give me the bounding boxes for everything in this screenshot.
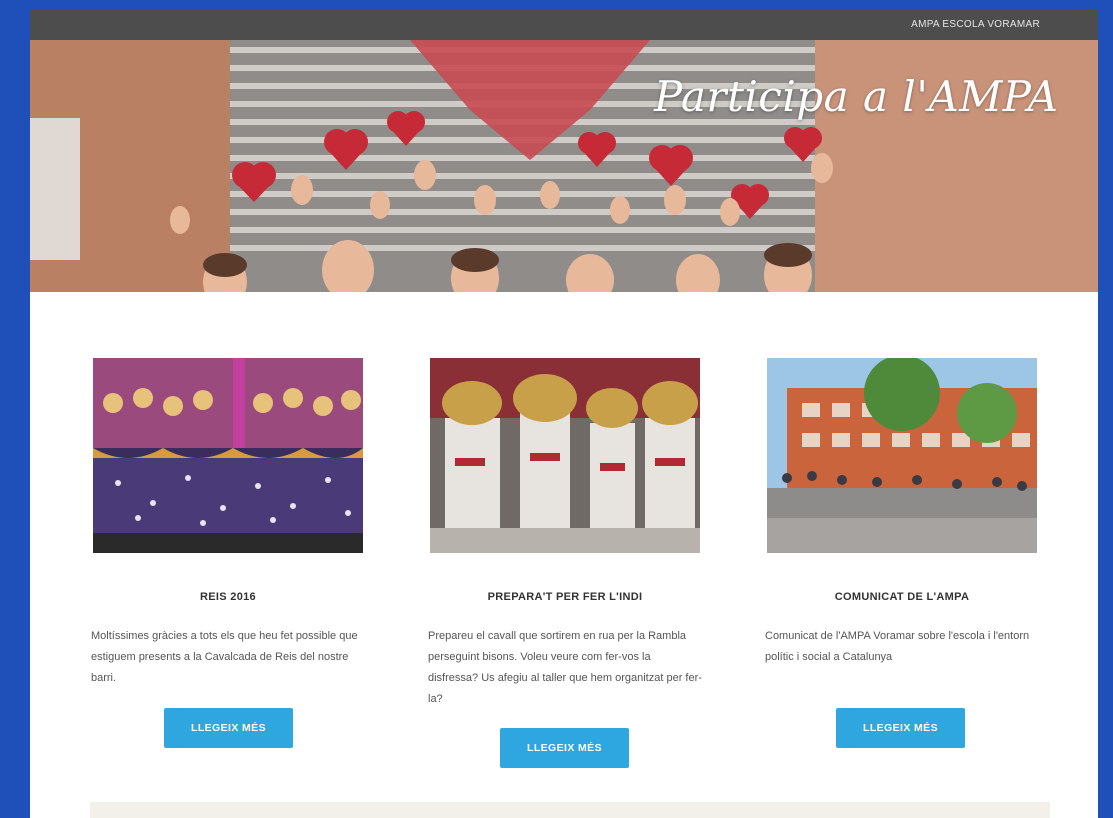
- news-card-indi: PREPARA'T PER FER L'INDI Prepareu el cav…: [428, 358, 702, 768]
- next-section-edge: [90, 802, 1050, 818]
- card-title: REIS 2016: [200, 591, 256, 603]
- top-bar: AMPA ESCOLA VORAMAR: [30, 10, 1098, 40]
- card-text: Moltíssimes gràcies a tots els que heu f…: [91, 630, 358, 684]
- card-image-indi[interactable]: [430, 358, 700, 553]
- card-title: COMUNICAT DE L'AMPA: [834, 591, 970, 603]
- hero-title: Participa a l'AMPA: [654, 72, 1059, 121]
- card-image-reis[interactable]: [93, 358, 363, 553]
- page: AMPA ESCOLA VORAMAR Participa a l'AMPA R…: [30, 10, 1098, 818]
- news-card-reis: REIS 2016 Moltíssimes gràcies a tots els…: [91, 358, 363, 748]
- card-image-comunicat[interactable]: [767, 358, 1037, 553]
- card-text: Prepareu el cavall que sortirem en rua p…: [428, 630, 702, 705]
- read-more-button[interactable]: LLEGEIX MÉS: [836, 708, 965, 748]
- card-title: PREPARA'T PER FER L'INDI: [487, 591, 643, 603]
- read-more-button[interactable]: LLEGEIX MÉS: [164, 708, 293, 748]
- site-name-link[interactable]: AMPA ESCOLA VORAMAR: [911, 19, 1040, 30]
- hero-banner: Participa a l'AMPA: [30, 40, 1098, 292]
- card-text: Comunicat de l'AMPA Voramar sobre l'esco…: [765, 630, 1030, 663]
- read-more-button[interactable]: LLEGEIX MÉS: [500, 728, 629, 768]
- news-card-comunicat: COMUNICAT DE L'AMPA Comunicat de l'AMPA …: [765, 358, 1037, 748]
